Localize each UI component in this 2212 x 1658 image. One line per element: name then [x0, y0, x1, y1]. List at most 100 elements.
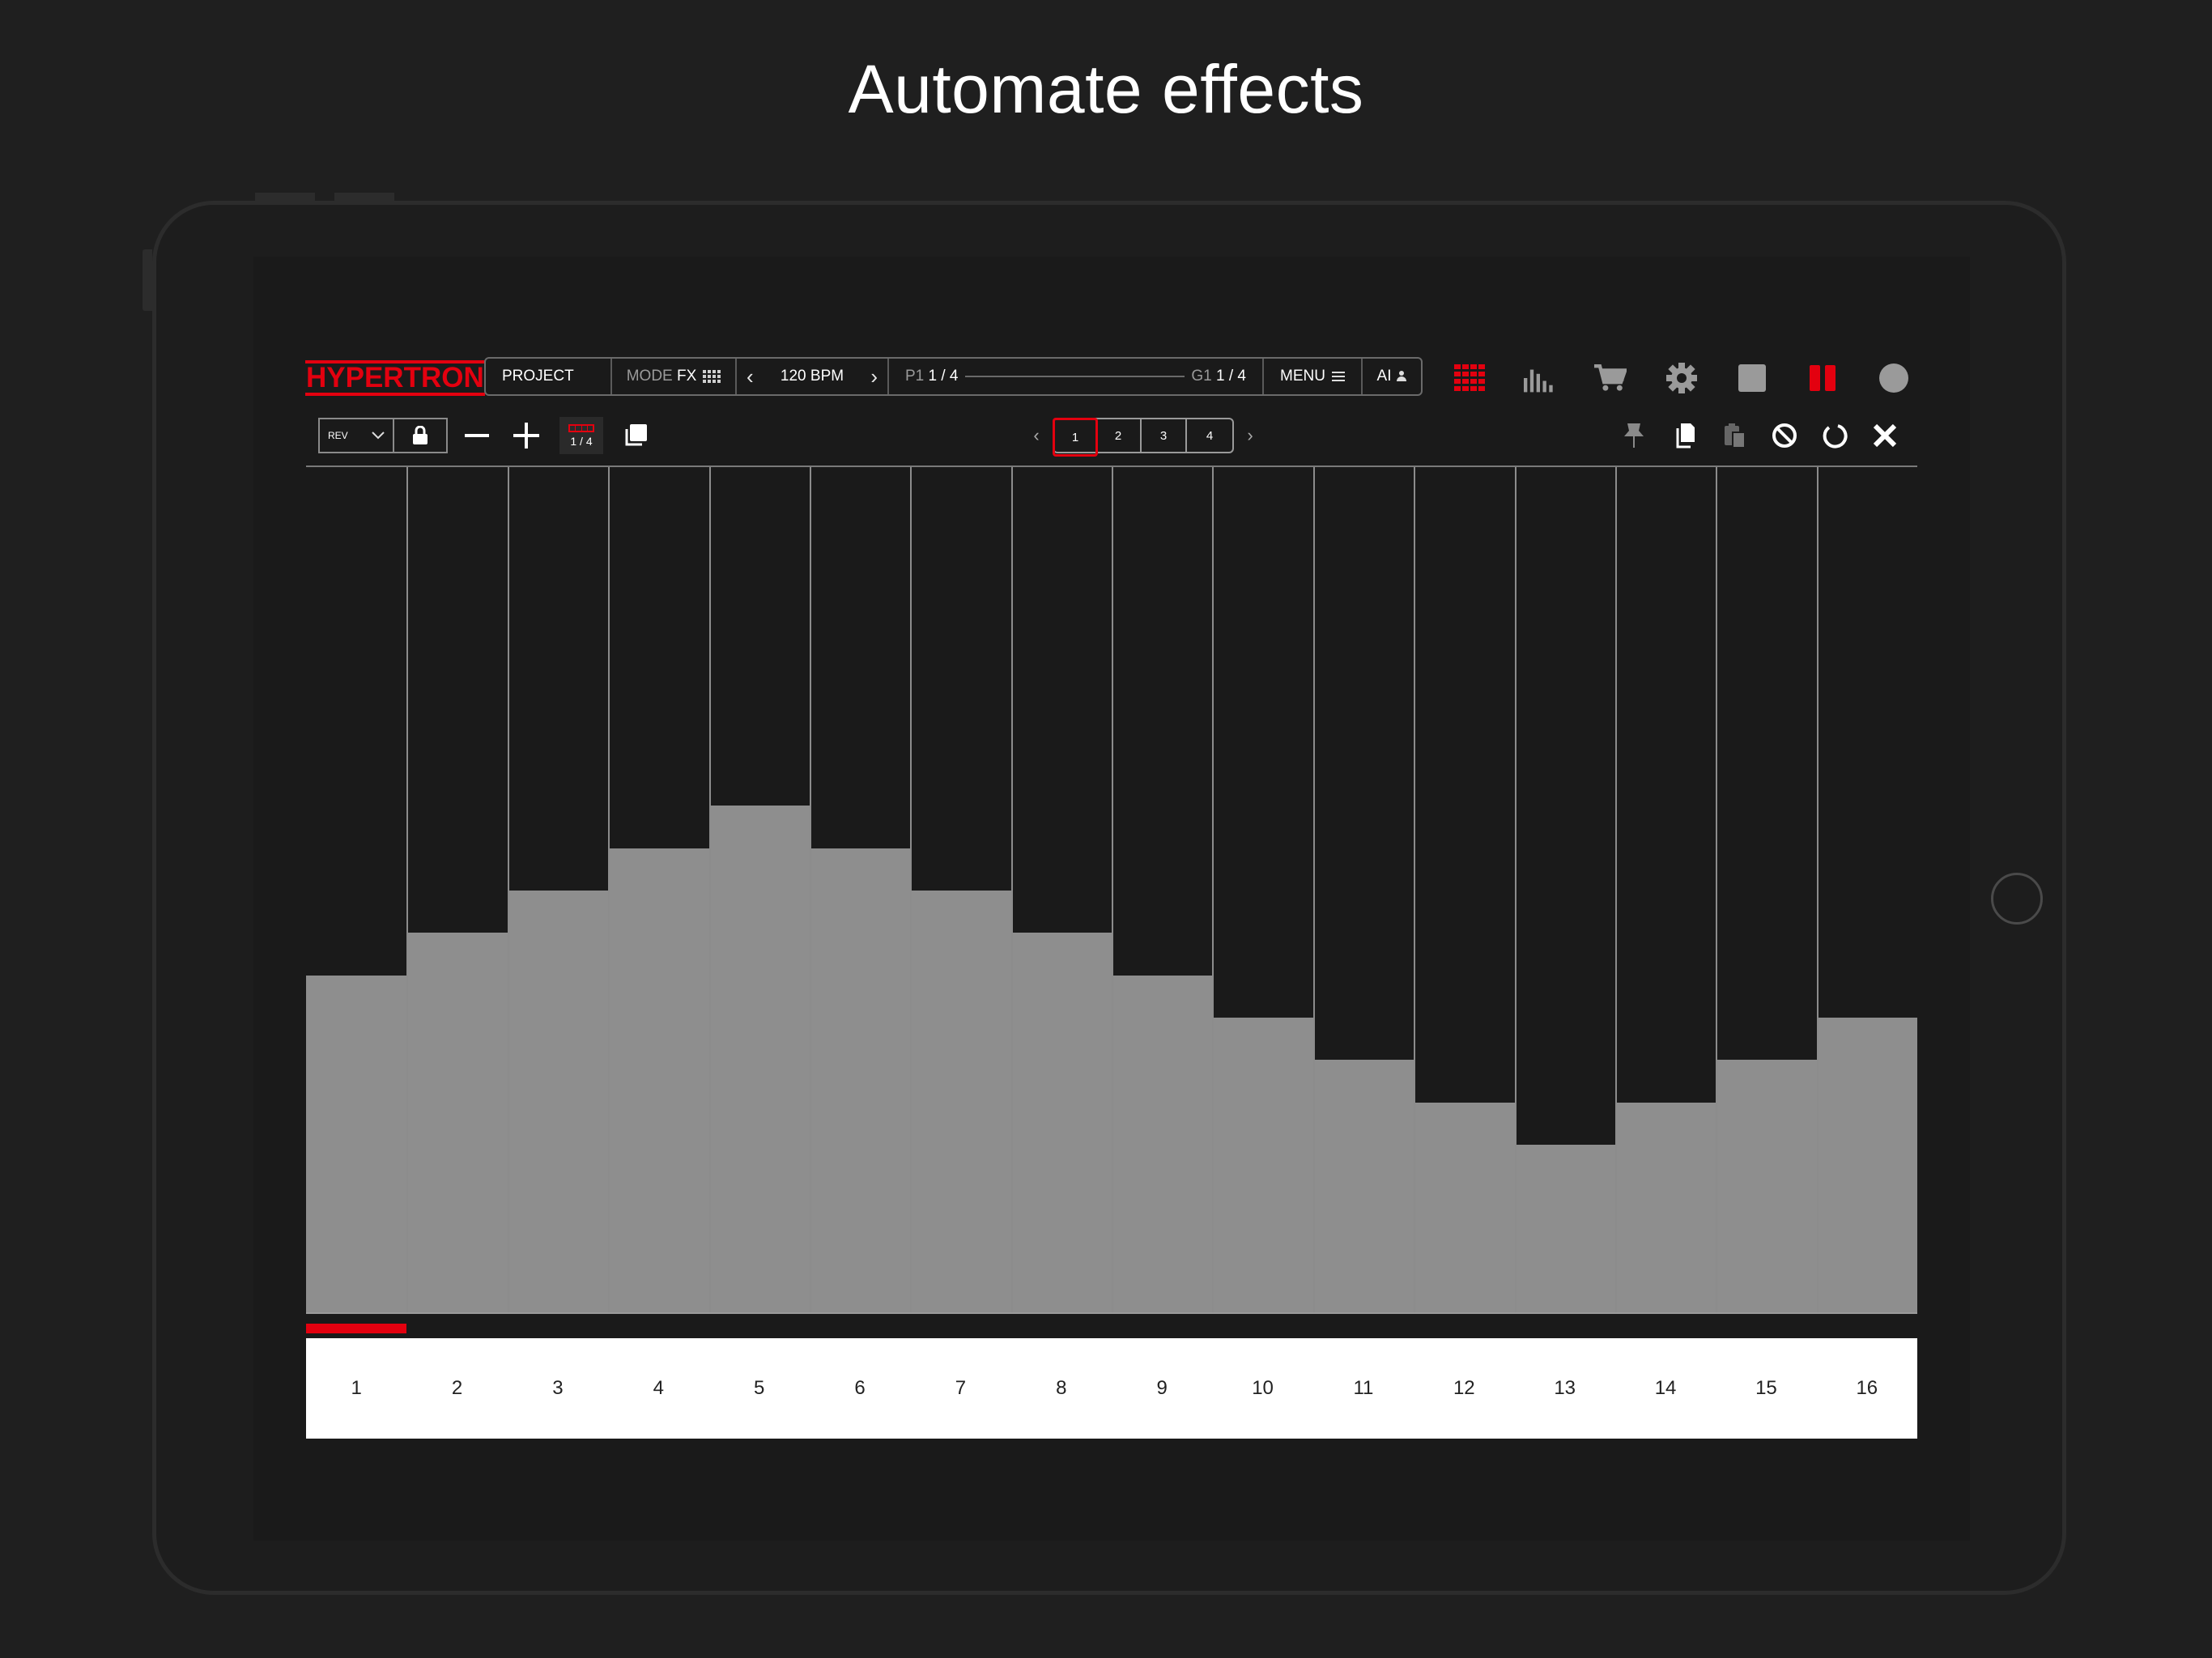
- chevron-down-icon: [372, 432, 385, 440]
- automation-step-1[interactable]: [306, 467, 407, 1314]
- step-number-15[interactable]: 15: [1716, 1338, 1816, 1439]
- minus-icon[interactable]: [462, 419, 491, 453]
- step-number-5[interactable]: 5: [709, 1338, 810, 1439]
- stop-icon[interactable]: [1736, 362, 1768, 394]
- automation-step-6[interactable]: [809, 467, 911, 1314]
- step-number-7[interactable]: 7: [910, 1338, 1010, 1439]
- grid-icon[interactable]: [1454, 362, 1487, 394]
- step-number-6[interactable]: 6: [810, 1338, 910, 1439]
- step-numbers: 1 2 3 4 5 6 7 8 9 10 11 12 13 14 15 16: [306, 1338, 1917, 1439]
- pattern-progress[interactable]: P1 1 / 4 G1 1 / 4: [889, 359, 1264, 394]
- paste-icon[interactable]: [1720, 419, 1749, 453]
- step-number-10[interactable]: 10: [1212, 1338, 1312, 1439]
- pattern-label: P1: [905, 368, 925, 385]
- automation-step-fill: [810, 848, 911, 1314]
- lock-icon: [413, 426, 428, 444]
- menu-button[interactable]: MENU: [1264, 359, 1363, 394]
- step-number-8[interactable]: 8: [1011, 1338, 1112, 1439]
- automation-step-fill: [1012, 933, 1112, 1314]
- step-number-2[interactable]: 2: [406, 1338, 507, 1439]
- plus-icon[interactable]: [512, 419, 541, 453]
- page-badge-label: 1 / 4: [570, 434, 593, 448]
- page-prev-icon[interactable]: ‹: [1020, 425, 1053, 446]
- project-button[interactable]: PROJECT: [486, 359, 612, 394]
- pause-icon[interactable]: [1806, 362, 1839, 394]
- home-button[interactable]: [1991, 873, 2043, 925]
- automation-step-10[interactable]: [1212, 467, 1313, 1314]
- page-badge[interactable]: 1 / 4: [559, 417, 603, 454]
- duplicate-icon[interactable]: [621, 419, 650, 453]
- grid-small-icon: [703, 370, 721, 383]
- bpm-increase-icon[interactable]: ›: [870, 364, 878, 389]
- playhead-track: [306, 1324, 1917, 1333]
- reset-icon[interactable]: [1820, 419, 1849, 453]
- mode-button[interactable]: MODE FX: [612, 359, 737, 394]
- page-tabs: 1 2 3 4: [1053, 418, 1234, 457]
- lock-button[interactable]: [394, 419, 446, 452]
- automation-step-9[interactable]: [1112, 467, 1213, 1314]
- copy-icon[interactable]: [1670, 419, 1699, 453]
- automation-step-fill: [1616, 1102, 1716, 1314]
- hamburger-icon: [1331, 369, 1345, 384]
- step-number-13[interactable]: 13: [1515, 1338, 1615, 1439]
- automation-step-3[interactable]: [507, 467, 609, 1314]
- automation-bars[interactable]: [306, 467, 1917, 1314]
- page-tab-3[interactable]: 3: [1142, 419, 1187, 452]
- ai-button[interactable]: AI: [1363, 359, 1421, 394]
- pin-icon[interactable]: [1619, 419, 1648, 453]
- app-logo: HYPERTRON: [305, 360, 485, 396]
- bpm-decrease-icon[interactable]: ‹: [747, 364, 754, 389]
- disable-icon[interactable]: [1770, 419, 1799, 453]
- step-number-12[interactable]: 12: [1414, 1338, 1514, 1439]
- automation-step-7[interactable]: [910, 467, 1011, 1314]
- step-number-1[interactable]: 1: [306, 1338, 406, 1439]
- automation-step-fill: [710, 806, 810, 1314]
- page-tab-2[interactable]: 2: [1096, 419, 1142, 452]
- automation-step-fill: [1818, 1017, 1917, 1314]
- mode-label: MODE: [626, 368, 673, 385]
- record-icon[interactable]: [1878, 362, 1910, 394]
- page-mini-icon: [568, 423, 594, 432]
- fx-dropdown-value: REV: [328, 430, 348, 441]
- automation-step-8[interactable]: [1010, 467, 1112, 1314]
- menu-label: MENU: [1280, 368, 1325, 385]
- top-toolbar: PROJECT MODE FX ‹ 120 BPM › P1 1 / 4 G1 …: [484, 357, 1423, 396]
- automation-step-4[interactable]: [608, 467, 709, 1314]
- automation-step-16[interactable]: [1816, 467, 1917, 1314]
- automation-step-fill: [508, 891, 609, 1314]
- gear-icon[interactable]: [1665, 362, 1698, 394]
- automation-step-fill: [1113, 975, 1213, 1314]
- page-tab-4[interactable]: 4: [1187, 419, 1232, 452]
- bars-baseline: [306, 1312, 1917, 1314]
- automation-step-fill: [306, 975, 407, 1314]
- tablet-top-button: [255, 193, 315, 201]
- headline: Automate effects: [848, 51, 1364, 127]
- close-icon[interactable]: [1870, 419, 1899, 453]
- app-screen: HYPERTRON PROJECT MODE FX ‹ 120 BPM › P1…: [253, 257, 1970, 1541]
- automation-step-14[interactable]: [1614, 467, 1716, 1314]
- ai-label: AI: [1376, 368, 1392, 385]
- page-tab-1[interactable]: 1: [1053, 418, 1098, 457]
- automation-step-5[interactable]: [708, 467, 810, 1314]
- automation-step-15[interactable]: [1716, 467, 1817, 1314]
- cart-icon[interactable]: [1594, 362, 1627, 394]
- automation-step-2[interactable]: [406, 467, 508, 1314]
- step-number-9[interactable]: 9: [1112, 1338, 1212, 1439]
- step-number-3[interactable]: 3: [508, 1338, 608, 1439]
- bpm-value[interactable]: 120 BPM: [781, 368, 844, 385]
- page-next-icon[interactable]: ›: [1234, 425, 1266, 446]
- automation-step-12[interactable]: [1414, 467, 1515, 1314]
- fx-dropdown[interactable]: REV: [320, 419, 394, 452]
- step-number-11[interactable]: 11: [1313, 1338, 1414, 1439]
- automation-step-13[interactable]: [1514, 467, 1615, 1314]
- page-selector: ‹ 1 2 3 4 ›: [1020, 416, 1266, 457]
- step-number-14[interactable]: 14: [1615, 1338, 1716, 1439]
- step-number-16[interactable]: 16: [1817, 1338, 1917, 1439]
- automation-step-fill: [610, 848, 709, 1314]
- pattern-value: 1 / 4: [928, 368, 959, 385]
- mixer-bars-icon[interactable]: [1524, 362, 1556, 394]
- automation-step-fill: [912, 891, 1011, 1314]
- automation-step-11[interactable]: [1312, 467, 1414, 1314]
- step-number-4[interactable]: 4: [608, 1338, 708, 1439]
- bpm-control: ‹ 120 BPM ›: [737, 359, 889, 394]
